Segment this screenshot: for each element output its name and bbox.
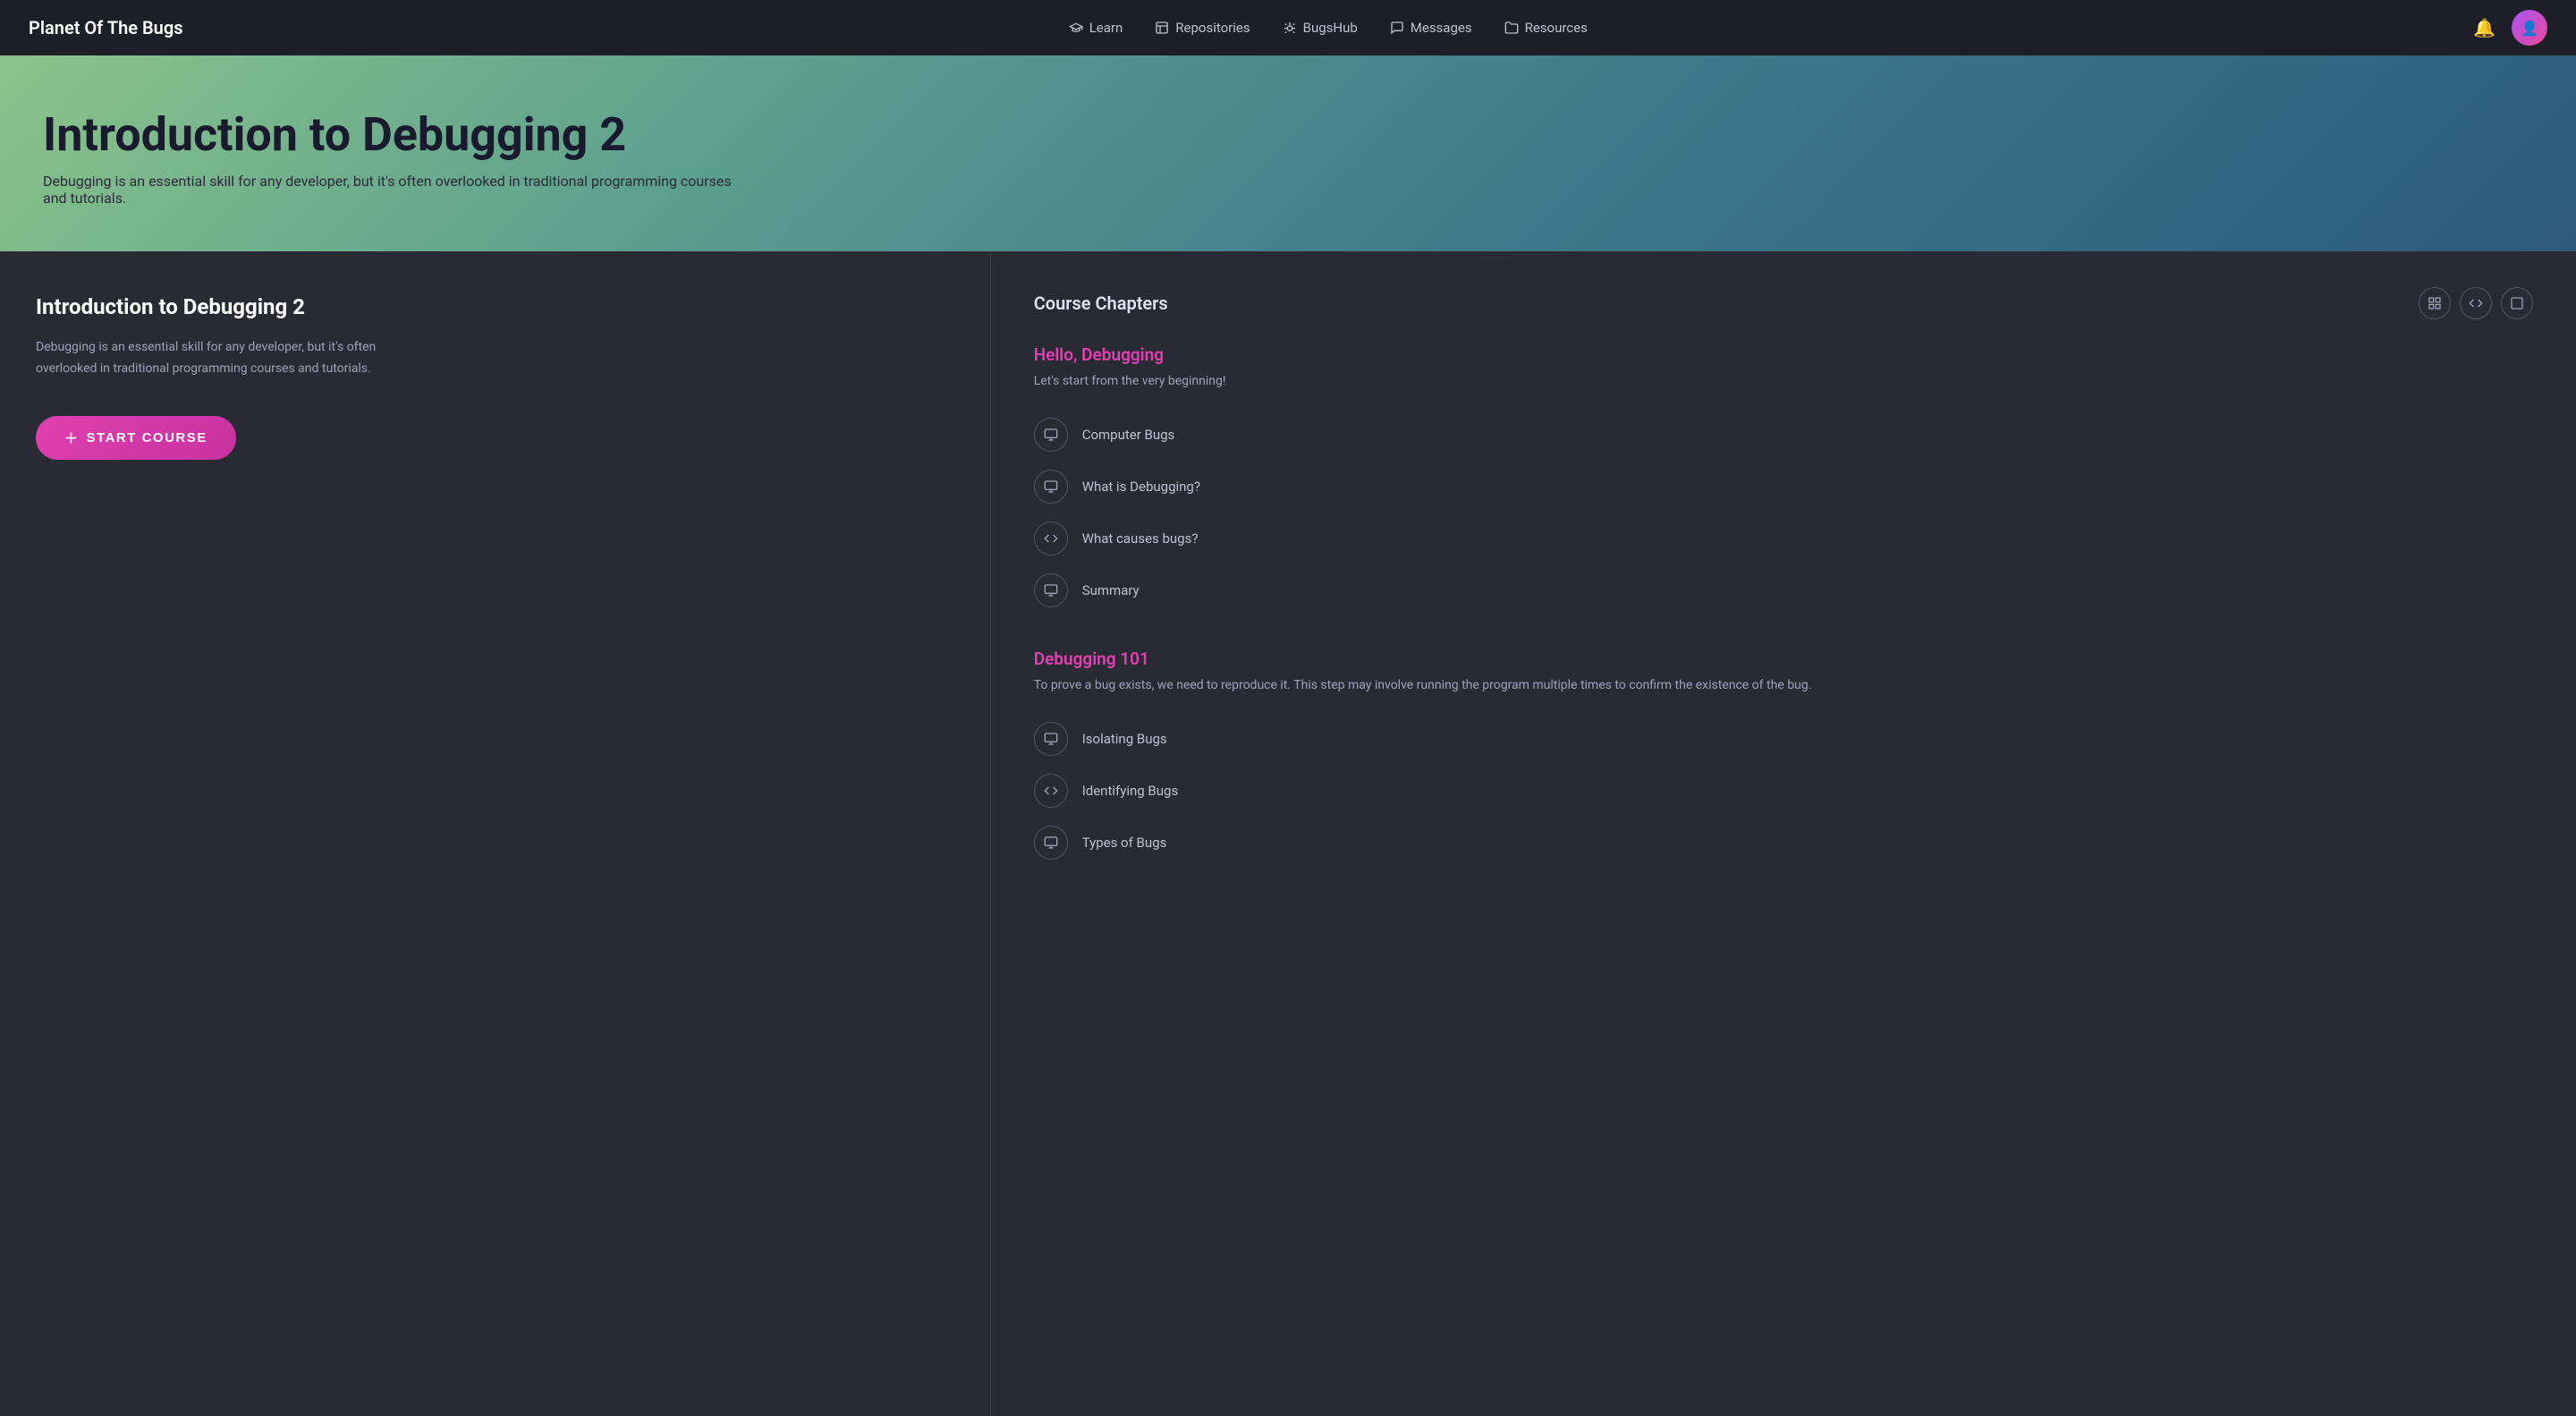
notification-bell-icon[interactable]: 🔔 bbox=[2473, 17, 2496, 38]
chapter-section-desc-0: Let's start from the very beginning! bbox=[1034, 372, 2533, 391]
lesson-label-isolating-bugs: Isolating Bugs bbox=[1082, 731, 1167, 747]
layout-icon bbox=[2428, 296, 2442, 310]
nav-links: Learn Repositories BugsHub Messages Reso… bbox=[1069, 20, 1588, 36]
lesson-label-types-of-bugs: Types of Bugs bbox=[1082, 835, 1167, 851]
lesson-label-what-is-debugging: What is Debugging? bbox=[1082, 479, 1200, 495]
lesson-label-summary: Summary bbox=[1082, 582, 1140, 598]
nav-link-repositories[interactable]: Repositories bbox=[1155, 20, 1250, 36]
lesson-item-types-of-bugs[interactable]: Types of Bugs bbox=[1034, 817, 2533, 869]
layout-view-button[interactable] bbox=[2419, 287, 2451, 319]
nav-right: 🔔 👤 bbox=[2473, 10, 2547, 46]
box-view-button[interactable] bbox=[2501, 287, 2533, 319]
nav-link-learn[interactable]: Learn bbox=[1069, 20, 1123, 36]
chapter-section-desc-1: To prove a bug exists, we need to reprod… bbox=[1034, 676, 2533, 695]
lesson-icon-screen-4 bbox=[1034, 826, 1068, 860]
chapter-section-hello-debugging: Hello, Debugging Let's start from the ve… bbox=[1034, 344, 2533, 616]
lesson-icon-code-1 bbox=[1034, 774, 1068, 808]
chapter-section-title-1: Debugging 101 bbox=[1034, 649, 2533, 669]
lesson-item-what-is-debugging[interactable]: What is Debugging? bbox=[1034, 461, 2533, 513]
hero-subtitle: Debugging is an essential skill for any … bbox=[43, 173, 741, 207]
chapter-section-debugging-101: Debugging 101 To prove a bug exists, we … bbox=[1034, 649, 2533, 869]
course-title: Introduction to Debugging 2 bbox=[36, 294, 954, 319]
user-avatar[interactable]: 👤 bbox=[2512, 10, 2547, 46]
nav-link-resources[interactable]: Resources bbox=[1504, 20, 1588, 36]
hero-banner: Introduction to Debugging 2 Debugging is… bbox=[0, 55, 2576, 251]
lesson-label-identifying-bugs: Identifying Bugs bbox=[1082, 783, 1179, 799]
nav-link-bugshub[interactable]: BugsHub bbox=[1283, 20, 1358, 36]
lesson-icon-screen-3 bbox=[1034, 722, 1068, 756]
lesson-item-what-causes-bugs[interactable]: What causes bugs? bbox=[1034, 513, 2533, 564]
left-panel: Introduction to Debugging 2 Debugging is… bbox=[0, 251, 991, 1416]
nav-link-messages[interactable]: Messages bbox=[1390, 20, 1472, 36]
code-view-button[interactable] bbox=[2460, 287, 2492, 319]
lesson-label-computer-bugs: Computer Bugs bbox=[1082, 427, 1175, 443]
hero-title: Introduction to Debugging 2 bbox=[43, 109, 2533, 160]
view-controls bbox=[2419, 287, 2533, 319]
main-content: Introduction to Debugging 2 Debugging is… bbox=[0, 251, 2576, 1416]
lesson-icon-screen-2 bbox=[1034, 573, 1068, 607]
lesson-item-isolating-bugs[interactable]: Isolating Bugs bbox=[1034, 713, 2533, 765]
chapter-section-title-0: Hello, Debugging bbox=[1034, 344, 2533, 365]
lesson-item-computer-bugs[interactable]: Computer Bugs bbox=[1034, 409, 2533, 461]
lesson-icon-screen-0 bbox=[1034, 418, 1068, 452]
lesson-icon-screen-1 bbox=[1034, 470, 1068, 504]
chapters-title: Course Chapters bbox=[1034, 293, 1168, 314]
start-course-button[interactable]: ＋ START COURSE bbox=[36, 416, 236, 460]
lesson-item-identifying-bugs[interactable]: Identifying Bugs bbox=[1034, 765, 2533, 817]
right-panel: Course Chapters Hello, Debugging Let's s… bbox=[991, 251, 2576, 1416]
code-icon bbox=[2469, 296, 2483, 310]
chat-icon bbox=[1390, 21, 1404, 35]
bug-icon bbox=[1283, 21, 1297, 35]
box-icon bbox=[2510, 296, 2524, 310]
lesson-icon-code-0 bbox=[1034, 521, 1068, 555]
plus-icon: ＋ bbox=[64, 428, 80, 447]
app-logo: Planet Of The Bugs bbox=[29, 17, 182, 38]
lesson-item-summary[interactable]: Summary bbox=[1034, 564, 2533, 616]
navbar: Planet Of The Bugs Learn Repositories Bu… bbox=[0, 0, 2576, 55]
course-desc: Debugging is an essential skill for any … bbox=[36, 337, 429, 380]
chapters-header: Course Chapters bbox=[1034, 287, 2533, 319]
book-icon bbox=[1155, 21, 1169, 35]
folder-icon bbox=[1504, 21, 1519, 35]
graduation-cap-icon bbox=[1069, 21, 1083, 35]
lesson-label-what-causes-bugs: What causes bugs? bbox=[1082, 530, 1199, 547]
